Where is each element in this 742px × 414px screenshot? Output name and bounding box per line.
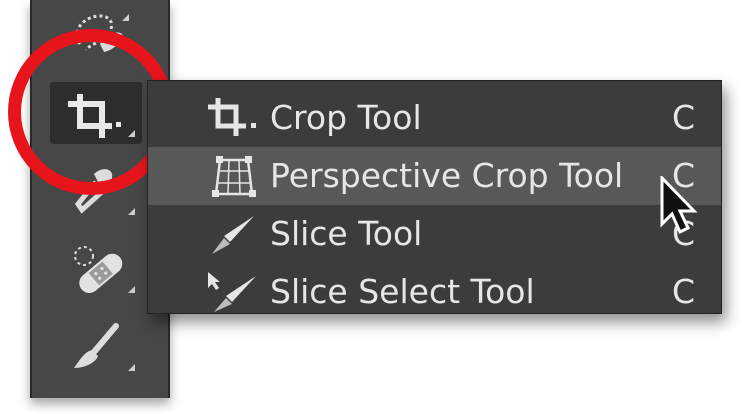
tool-group-indicator-icon <box>128 208 135 215</box>
mouse-pointer-icon <box>660 176 698 235</box>
brush-tool-button[interactable] <box>50 316 142 378</box>
menu-item-shortcut: C <box>671 98 695 137</box>
tool-group-indicator-icon <box>122 14 129 21</box>
perspective-crop-icon <box>212 156 256 197</box>
slice-icon <box>212 216 254 254</box>
crop-tool-flyout-menu: Crop Tool C Perspective Crop Tool C Slic… <box>147 80 722 314</box>
crop-tool-button[interactable] <box>50 82 142 144</box>
menu-item-slice-select-tool[interactable]: Slice Select Tool C <box>148 263 721 321</box>
menu-item-slice-tool[interactable]: Slice Tool C <box>148 205 721 263</box>
menu-item-label: Perspective Crop Tool <box>270 156 624 195</box>
crop-icon <box>208 98 256 136</box>
menu-item-shortcut: C <box>671 272 695 311</box>
menu-item-crop-tool[interactable]: Crop Tool C <box>148 89 721 147</box>
tool-group-indicator-icon <box>128 364 135 371</box>
menu-item-perspective-crop-tool[interactable]: Perspective Crop Tool C <box>148 147 721 205</box>
healing-brush-tool-button[interactable] <box>50 238 142 300</box>
menu-item-label: Slice Select Tool <box>270 272 535 311</box>
tool-group-indicator-icon <box>128 130 135 137</box>
menu-item-label: Crop Tool <box>270 98 422 137</box>
tool-group-indicator-icon <box>128 286 135 293</box>
slice-select-icon <box>208 272 256 312</box>
menu-item-label: Slice Tool <box>270 214 423 253</box>
lasso-tool-button[interactable] <box>50 4 142 66</box>
eyedropper-tool-button[interactable] <box>50 160 142 222</box>
